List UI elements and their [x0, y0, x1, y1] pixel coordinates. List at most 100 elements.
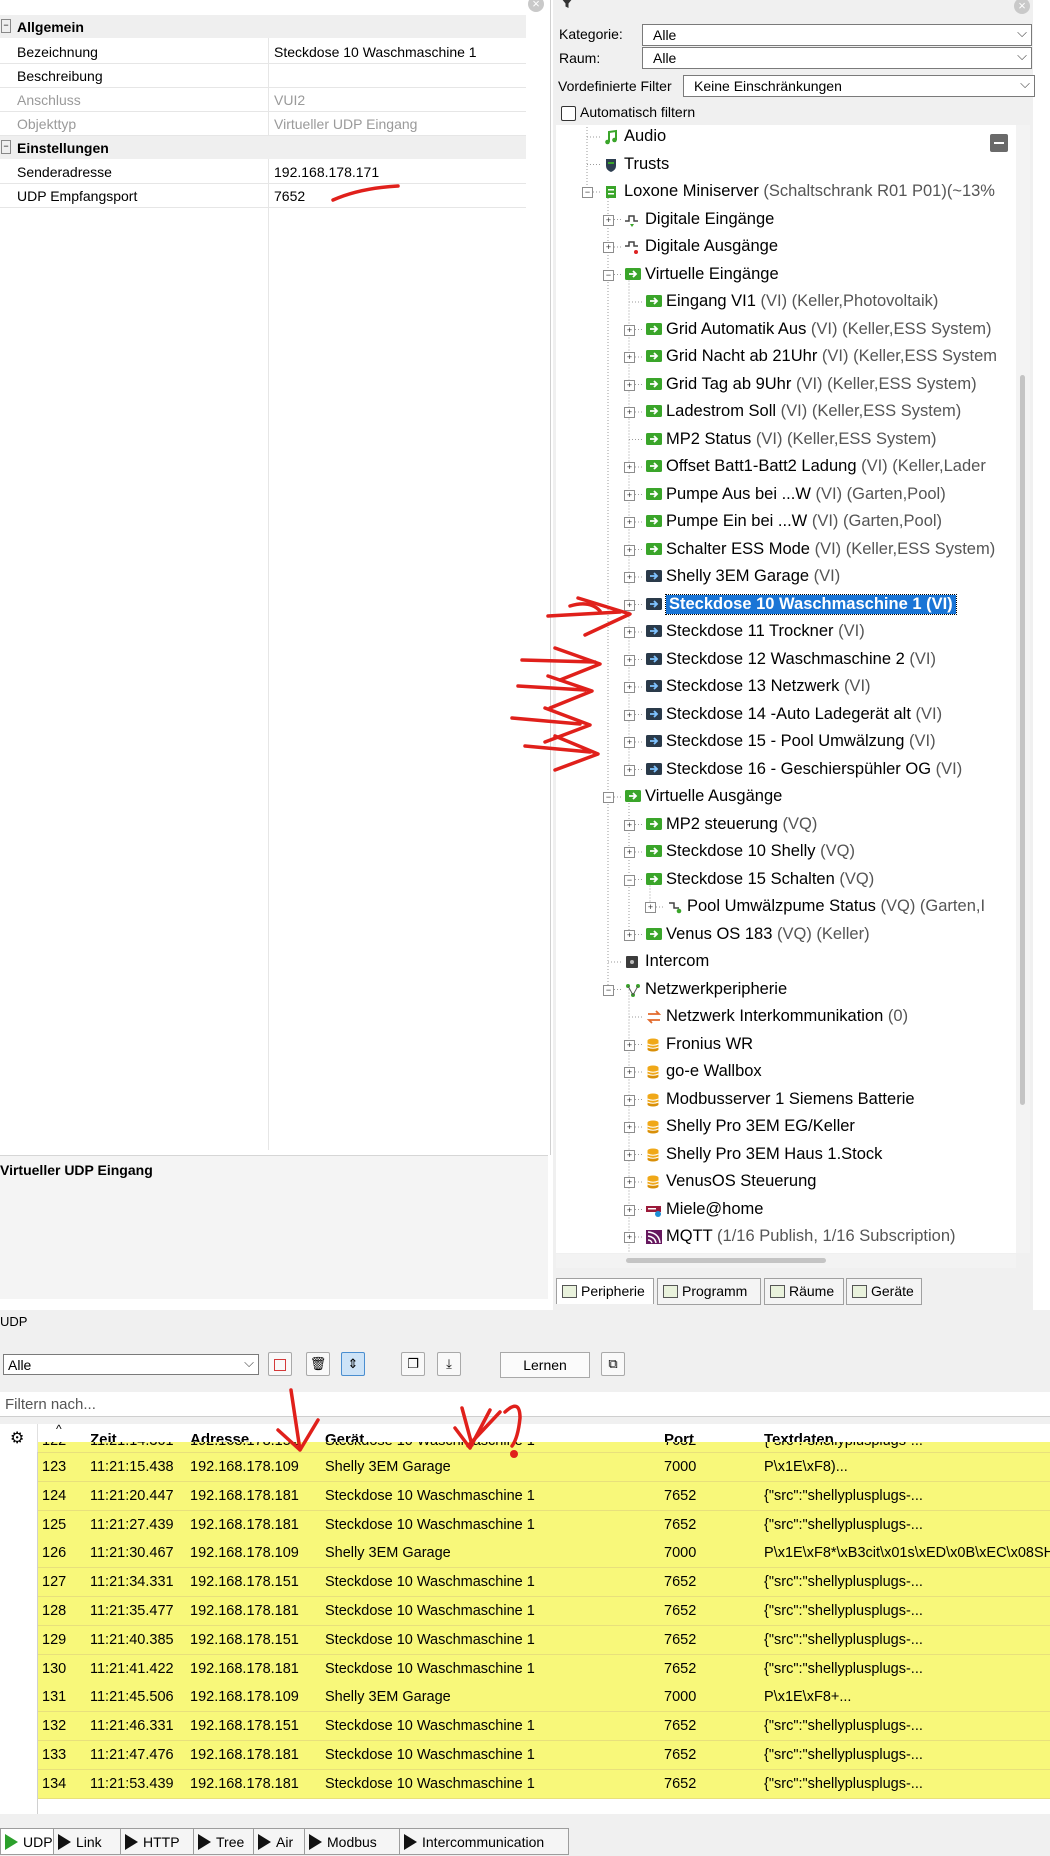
- tab-link[interactable]: Link: [53, 1828, 121, 1855]
- tree-node[interactable]: + Fronius WR: [556, 1034, 1016, 1058]
- table-row[interactable]: 134 11:21:53.439 192.168.178.181 Steckdose …: [38, 1769, 1050, 1799]
- prop-value[interactable]: 192.168.178.171: [274, 164, 379, 180]
- autoscroll-toggle[interactable]: ⇕: [341, 1352, 365, 1376]
- tree-node[interactable]: − Loxone Miniserver (Schaltschrank R01 P0…: [556, 181, 1016, 205]
- prop-value[interactable]: Steckdose 10 Waschmaschine 1: [274, 44, 477, 60]
- expand-icon[interactable]: +: [624, 627, 635, 638]
- tree-horizontal-scrollbar[interactable]: [556, 1254, 1016, 1268]
- table-row[interactable]: 125 11:21:27.439 192.168.178.181 Steckdose …: [38, 1510, 1050, 1540]
- tree-node[interactable]: + Pool Umwälzpume Status (VQ) (Garten,I: [556, 896, 1016, 920]
- tree-node[interactable]: Netzwerk Interkommunikation (0): [556, 1006, 1016, 1030]
- tree-node[interactable]: + Grid Tag ab 9Uhr (VI) (Keller,ESS Syste…: [556, 374, 1016, 398]
- table-row[interactable]: 129 11:21:40.385 192.168.178.151 Steckdose …: [38, 1625, 1050, 1655]
- collapse-icon[interactable]: −: [1, 140, 11, 154]
- expand-icon[interactable]: +: [624, 489, 635, 501]
- tree-node[interactable]: + Steckdose 12 Waschmaschine 2 (VI): [556, 649, 1016, 673]
- table-row[interactable]: 131 11:21:45.506 192.168.178.109 Shelly 3EM…: [38, 1683, 1050, 1713]
- predef-filter-select[interactable]: Keine Einschränkungen ⌵: [683, 75, 1035, 97]
- tree-node[interactable]: + Grid Nacht ab 21Uhr (VI) (Keller,ESS Sy…: [556, 346, 1016, 370]
- expand-icon[interactable]: +: [603, 242, 614, 253]
- expand-icon[interactable]: +: [624, 599, 635, 611]
- tab-geraete[interactable]: Geräte: [846, 1278, 922, 1305]
- expand-icon[interactable]: +: [624, 847, 635, 858]
- prop-row-udp-empfangsport[interactable]: UDP Empfangsport 7652: [0, 184, 526, 208]
- tree-node[interactable]: + Digitale Eingänge: [556, 209, 1016, 233]
- section-allgemein[interactable]: − Allgemein: [0, 15, 526, 38]
- tree-node[interactable]: + Steckdose 13 Netzwerk (VI): [556, 676, 1016, 700]
- expand-icon[interactable]: +: [645, 902, 656, 913]
- tab-peripherie[interactable]: Peripherie: [556, 1278, 654, 1304]
- tree-node[interactable]: + Shelly Pro 3EM Haus 1.Stock: [556, 1144, 1016, 1168]
- table-row[interactable]: 126 11:21:30.467 192.168.178.109 Shelly 3EM…: [38, 1539, 1050, 1569]
- expand-icon[interactable]: +: [624, 654, 635, 666]
- tree-vertical-scrollbar[interactable]: [1016, 125, 1030, 1253]
- expand-icon[interactable]: +: [624, 1039, 635, 1051]
- expand-icon[interactable]: +: [624, 1094, 635, 1106]
- expand-icon[interactable]: +: [603, 214, 614, 226]
- expand-icon[interactable]: +: [624, 462, 635, 473]
- table-row[interactable]: 132 11:21:46.331 192.168.178.151 Steckdose …: [38, 1712, 1050, 1742]
- tree-node[interactable]: + MP2 steuerung (VQ): [556, 814, 1016, 838]
- scroll-thumb[interactable]: [1020, 375, 1025, 1105]
- udp-filter-input[interactable]: Filtern nach...: [0, 1392, 1050, 1417]
- collapse-all-button[interactable]: [990, 134, 1008, 152]
- expand-icon[interactable]: +: [624, 682, 635, 693]
- expand-icon[interactable]: +: [624, 379, 635, 391]
- collapse-icon[interactable]: −: [603, 269, 614, 281]
- raum-select[interactable]: Alle ⌵: [642, 47, 1032, 69]
- tree-node[interactable]: + Pumpe Aus bei ...W (VI) (Garten,Pool): [556, 484, 1016, 508]
- close-icon[interactable]: ×: [528, 0, 544, 12]
- expand-icon[interactable]: +: [624, 352, 635, 363]
- table-row[interactable]: 124 11:21:20.447 192.168.178.181 Steckdose …: [38, 1481, 1050, 1511]
- expand-icon[interactable]: +: [624, 709, 635, 721]
- expand-icon[interactable]: +: [624, 544, 635, 556]
- table-row-partial[interactable]: 122 11:21:14.301 192.168.178.151 Steckdose …: [38, 1442, 1050, 1453]
- tree-node[interactable]: + Miele@home: [556, 1199, 1016, 1223]
- tree-node[interactable]: + Digitale Ausgänge: [556, 236, 1016, 260]
- table-row[interactable]: 133 11:21:47.476 192.168.178.181 Steckdose …: [38, 1741, 1050, 1770]
- section-einstellungen[interactable]: − Einstellungen: [0, 136, 526, 159]
- prop-value[interactable]: 7652: [274, 188, 305, 204]
- collapse-icon[interactable]: −: [603, 792, 614, 803]
- copy-button[interactable]: ❐: [401, 1352, 425, 1376]
- export-button[interactable]: ⤓: [437, 1352, 461, 1376]
- tree-node[interactable]: + Steckdose 11 Trockner (VI): [556, 621, 1016, 645]
- tree-node[interactable]: Eingang VI1 (VI) (Keller,Photovoltaik): [556, 291, 1016, 315]
- auto-filter-checkbox[interactable]: [561, 106, 576, 121]
- tab-modbus[interactable]: Modbus: [304, 1828, 400, 1855]
- tree-node[interactable]: + Steckdose 14 -Auto Ladegerät alt (VI): [556, 704, 1016, 728]
- collapse-icon[interactable]: −: [624, 874, 635, 886]
- tab-http[interactable]: HTTP: [120, 1828, 194, 1855]
- learn-button[interactable]: Lernen: [500, 1352, 590, 1378]
- popout-button[interactable]: ⧉: [601, 1352, 625, 1376]
- tree-node[interactable]: − Netzwerkperipherie: [556, 979, 1016, 1003]
- tree-node[interactable]: − Virtuelle Ausgänge: [556, 786, 1016, 810]
- tree-node[interactable]: Intercom: [556, 951, 1016, 975]
- tab-tree[interactable]: Tree: [193, 1828, 254, 1855]
- tree-node[interactable]: + Steckdose 10 Waschmaschine 1 (VI): [556, 593, 1016, 618]
- tree-node[interactable]: + Shelly 3EM Garage (VI): [556, 566, 1016, 590]
- tree-node[interactable]: MP2 Status (VI) (Keller,ESS System): [556, 429, 1016, 453]
- expand-icon[interactable]: +: [624, 407, 635, 418]
- tab-raeume[interactable]: Räume: [764, 1278, 844, 1305]
- collapse-icon[interactable]: −: [603, 984, 614, 996]
- tree-node[interactable]: + Ladestrom Soll (VI) (Keller,ESS System): [556, 401, 1016, 425]
- clear-button[interactable]: 🗑: [306, 1352, 330, 1376]
- expand-icon[interactable]: +: [624, 764, 635, 776]
- table-row[interactable]: 128 11:21:35.477 192.168.178.181 Steckdose …: [38, 1597, 1050, 1626]
- tree-node[interactable]: − Virtuelle Eingänge: [556, 264, 1016, 288]
- table-row[interactable]: 127 11:21:34.331 192.168.178.151 Steckdose …: [38, 1568, 1050, 1598]
- scroll-thumb[interactable]: [626, 1258, 826, 1263]
- tab-udp[interactable]: UDP: [0, 1828, 54, 1855]
- tree-node[interactable]: − Steckdose 15 Schalten (VQ): [556, 869, 1016, 893]
- expand-icon[interactable]: +: [624, 1204, 635, 1216]
- tree-node[interactable]: + Steckdose 10 Shelly (VQ): [556, 841, 1016, 865]
- tree-node[interactable]: Audio: [556, 126, 1016, 150]
- tab-programm[interactable]: Programm: [657, 1278, 761, 1305]
- tree-node[interactable]: Trusts: [556, 154, 1016, 178]
- tree-node[interactable]: + VenusOS Steuerung: [556, 1171, 1016, 1195]
- stop-button[interactable]: [268, 1352, 292, 1376]
- tree-node[interactable]: + Offset Batt1-Batt2 Ladung (VI) (Keller,…: [556, 456, 1016, 480]
- expand-icon[interactable]: +: [624, 1149, 635, 1161]
- tree-node[interactable]: + Schalter ESS Mode (VI) (Keller,ESS Syst…: [556, 539, 1016, 563]
